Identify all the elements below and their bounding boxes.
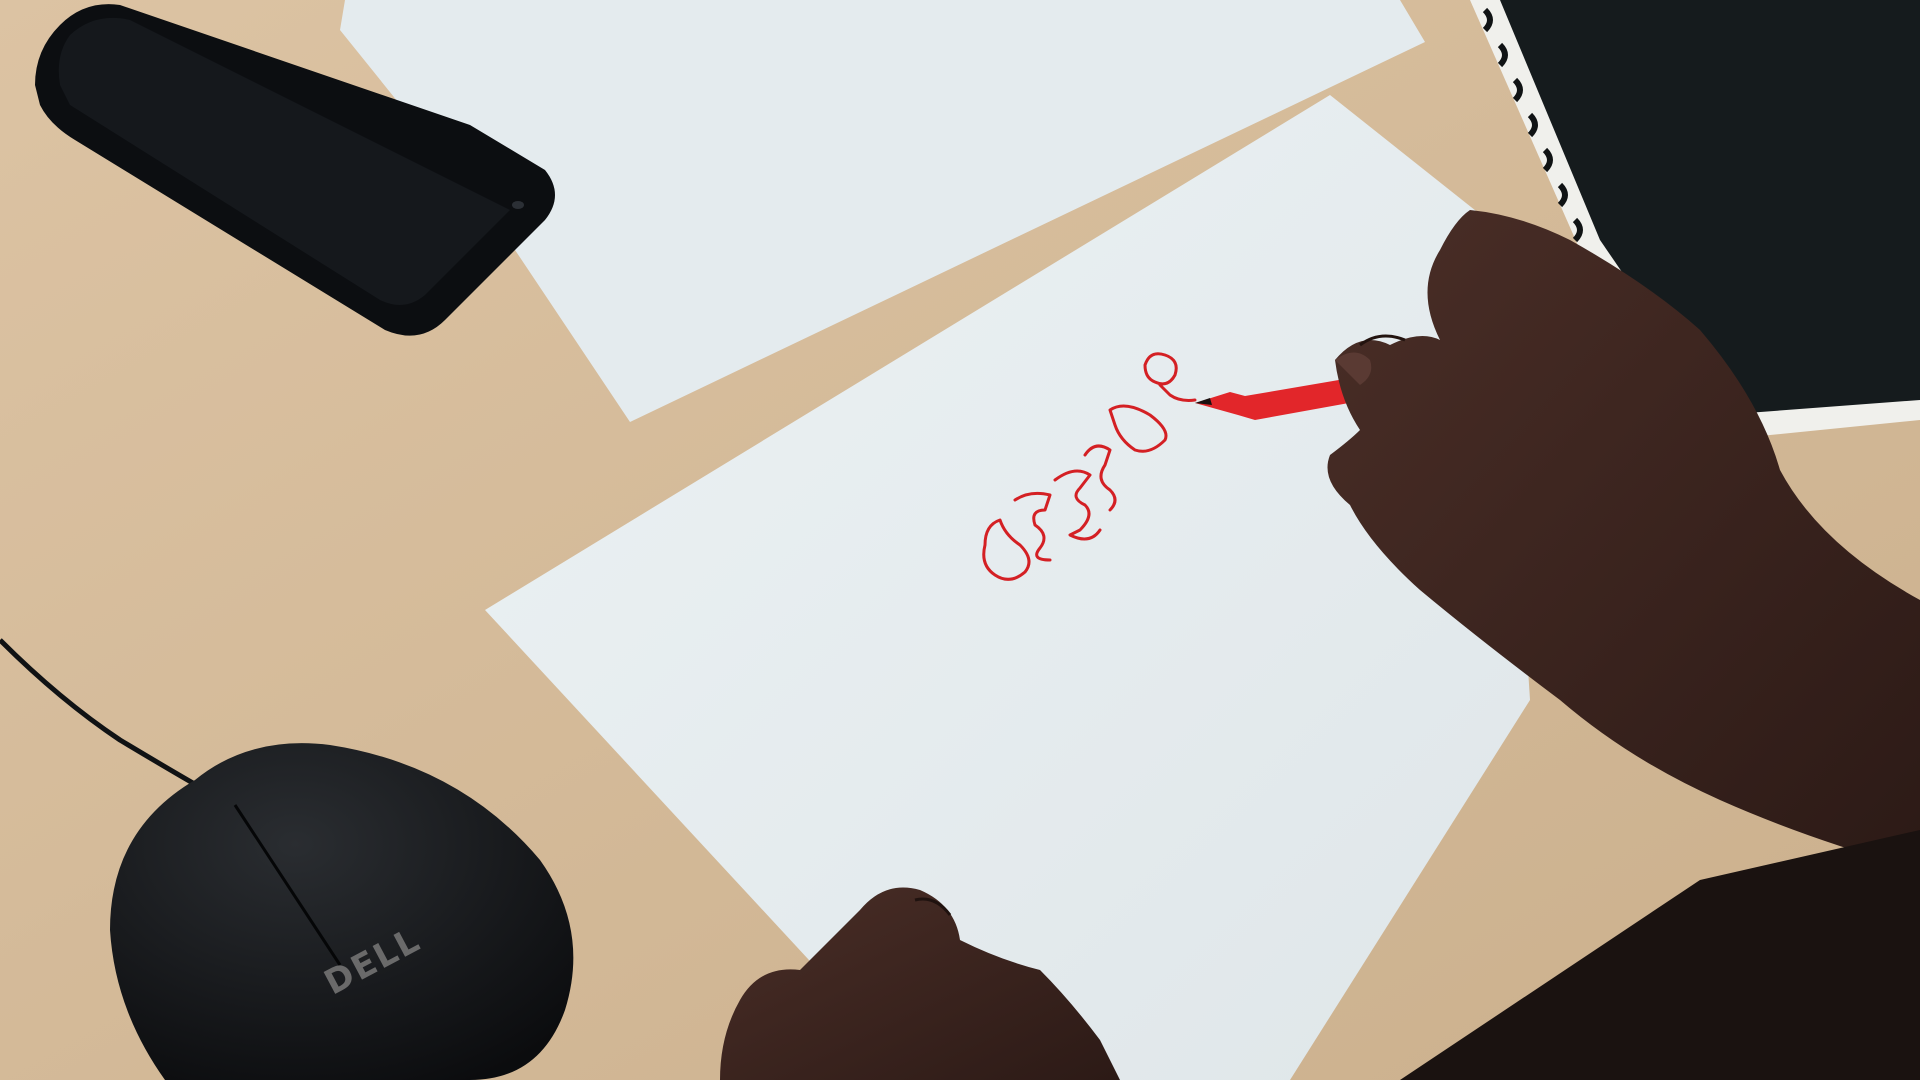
photo-scene: DELL — [0, 0, 1920, 1080]
scene-drawing — [0, 0, 1920, 1080]
